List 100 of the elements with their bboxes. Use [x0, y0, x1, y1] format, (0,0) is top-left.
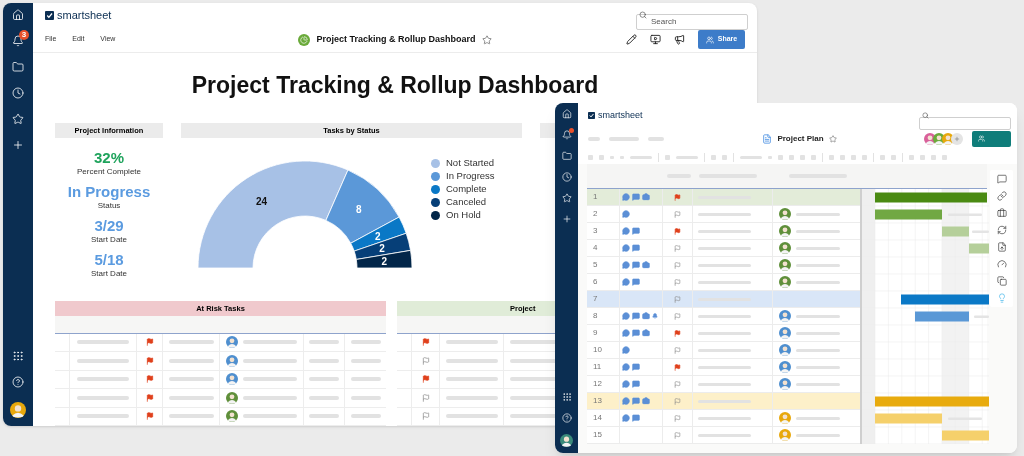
- briefcase-icon[interactable]: [642, 329, 650, 337]
- megaphone-icon[interactable]: [674, 34, 685, 46]
- more-collaborators-icon[interactable]: [951, 132, 963, 145]
- favorite-star-icon[interactable]: [481, 34, 492, 45]
- gantt-bar[interactable]: [875, 209, 942, 220]
- flag-icon[interactable]: [145, 356, 154, 365]
- flag-icon[interactable]: [674, 363, 681, 371]
- comment-icon[interactable]: [622, 227, 630, 235]
- notification-icon[interactable]: [561, 130, 572, 140]
- clock-icon[interactable]: [561, 172, 572, 182]
- comment-icon[interactable]: [622, 346, 630, 354]
- table-row[interactable]: 7: [587, 291, 860, 308]
- flag-icon[interactable]: [421, 412, 430, 421]
- folder-icon[interactable]: [561, 151, 572, 161]
- table-row[interactable]: 11: [587, 359, 860, 376]
- comment-icon[interactable]: [622, 278, 630, 286]
- table-row[interactable]: 10: [587, 342, 860, 359]
- briefcase-icon[interactable]: [996, 208, 1007, 218]
- help-icon[interactable]: [561, 413, 572, 423]
- flag-icon[interactable]: [421, 393, 430, 402]
- flag-icon[interactable]: [421, 375, 430, 384]
- table-row[interactable]: 2: [587, 206, 860, 223]
- chat-icon[interactable]: [632, 397, 640, 405]
- table-row[interactable]: 9: [587, 325, 860, 342]
- table-row[interactable]: 5: [587, 257, 860, 274]
- share-button[interactable]: [972, 130, 1011, 147]
- comment-icon[interactable]: [622, 210, 630, 218]
- chat-icon[interactable]: [632, 193, 640, 201]
- clock-icon[interactable]: [12, 87, 24, 99]
- chat-icon[interactable]: [632, 414, 640, 422]
- comment-icon[interactable]: [622, 363, 630, 371]
- table-row[interactable]: 4: [587, 240, 860, 257]
- row-number: 3: [593, 225, 598, 237]
- chat-icon[interactable]: [632, 363, 640, 371]
- comment-icon[interactable]: [996, 174, 1007, 184]
- table-row[interactable]: 3: [587, 223, 860, 240]
- help-icon[interactable]: [12, 376, 24, 388]
- apps-grid-icon[interactable]: [12, 350, 24, 362]
- presentation-icon[interactable]: [650, 34, 661, 46]
- comment-icon[interactable]: [622, 329, 630, 337]
- chat-icon[interactable]: [632, 312, 640, 320]
- comment-icon[interactable]: [622, 414, 630, 422]
- chat-icon[interactable]: [632, 380, 640, 388]
- legend-label: In Progress: [446, 168, 495, 183]
- flag-icon[interactable]: [145, 338, 154, 347]
- table-row[interactable]: 15: [587, 427, 860, 444]
- comment-icon[interactable]: [622, 261, 630, 269]
- home-icon[interactable]: [561, 109, 572, 119]
- search-field[interactable]: [919, 116, 1011, 130]
- briefcase-icon[interactable]: [642, 312, 650, 320]
- comment-icon[interactable]: [622, 397, 630, 405]
- refresh-icon[interactable]: [996, 225, 1007, 235]
- flag-icon[interactable]: [674, 329, 681, 337]
- comment-icon[interactable]: [622, 312, 630, 320]
- flag-icon[interactable]: [421, 338, 430, 347]
- bell-icon[interactable]: [652, 313, 658, 319]
- add-icon[interactable]: [12, 139, 24, 151]
- flag-icon[interactable]: [145, 412, 154, 421]
- comment-icon[interactable]: [622, 193, 630, 201]
- data-label: 2: [375, 230, 381, 242]
- flag-icon[interactable]: [674, 227, 681, 235]
- notification-icon[interactable]: [12, 35, 24, 47]
- chat-icon[interactable]: [632, 227, 640, 235]
- table-row[interactable]: 12: [587, 376, 860, 393]
- briefcase-icon[interactable]: [642, 397, 650, 405]
- add-icon[interactable]: [561, 214, 572, 224]
- link-icon[interactable]: [996, 191, 1007, 201]
- table-row[interactable]: 8: [587, 308, 860, 325]
- gantt-bar[interactable]: [901, 294, 989, 305]
- gantt-bar[interactable]: [875, 192, 987, 203]
- placeholder-bar: [445, 395, 498, 400]
- star-icon[interactable]: [561, 193, 572, 203]
- chat-icon[interactable]: [632, 278, 640, 286]
- comment-icon[interactable]: [622, 380, 630, 388]
- apps-grid-icon[interactable]: [561, 392, 572, 402]
- table-row[interactable]: 6: [587, 274, 860, 291]
- copy-icon[interactable]: [996, 276, 1007, 286]
- gauge-icon[interactable]: [996, 259, 1007, 269]
- table-row[interactable]: 13: [587, 393, 860, 410]
- flag-icon[interactable]: [145, 375, 154, 384]
- table-row[interactable]: 14: [587, 410, 860, 427]
- edit-icon[interactable]: [626, 34, 637, 46]
- flag-icon[interactable]: [145, 393, 154, 402]
- gantt-bar[interactable]: [915, 311, 969, 322]
- metric-value: 32%: [94, 149, 124, 168]
- briefcase-icon[interactable]: [642, 261, 650, 269]
- flag-icon[interactable]: [674, 193, 681, 201]
- star-icon[interactable]: [12, 113, 24, 125]
- chat-icon[interactable]: [632, 244, 640, 252]
- favorite-star-icon[interactable]: [828, 134, 837, 143]
- table-row[interactable]: 1: [587, 189, 860, 206]
- flag-icon[interactable]: [421, 356, 430, 365]
- row-number: 9: [593, 327, 598, 339]
- search-field[interactable]: Search: [636, 13, 748, 30]
- home-icon[interactable]: [12, 9, 24, 21]
- comment-icon[interactable]: [622, 244, 630, 252]
- chat-icon[interactable]: [632, 261, 640, 269]
- file-upload-icon[interactable]: [996, 242, 1007, 252]
- folder-icon[interactable]: [12, 61, 24, 73]
- chat-icon[interactable]: [632, 329, 640, 337]
